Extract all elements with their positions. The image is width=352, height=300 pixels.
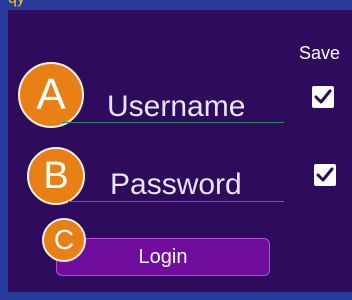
login-screen: qy Save A Username B Password Login C: [0, 0, 352, 300]
save-column-label: Save: [299, 43, 341, 63]
save-username-checkbox[interactable]: [312, 86, 334, 108]
password-underline: [68, 201, 284, 202]
top-clipped-text: qy: [8, 0, 25, 7]
badge-b: B: [27, 147, 85, 205]
badge-c: C: [42, 218, 86, 262]
username-underline: [62, 122, 284, 123]
check-icon: [314, 89, 332, 104]
badge-a: A: [18, 62, 84, 128]
username-field[interactable]: Username: [107, 91, 245, 123]
login-button[interactable]: Login: [56, 238, 270, 276]
save-password-checkbox[interactable]: [314, 164, 336, 186]
top-strip: qy: [0, 0, 352, 10]
password-field[interactable]: Password: [110, 169, 242, 201]
check-icon: [316, 167, 334, 182]
